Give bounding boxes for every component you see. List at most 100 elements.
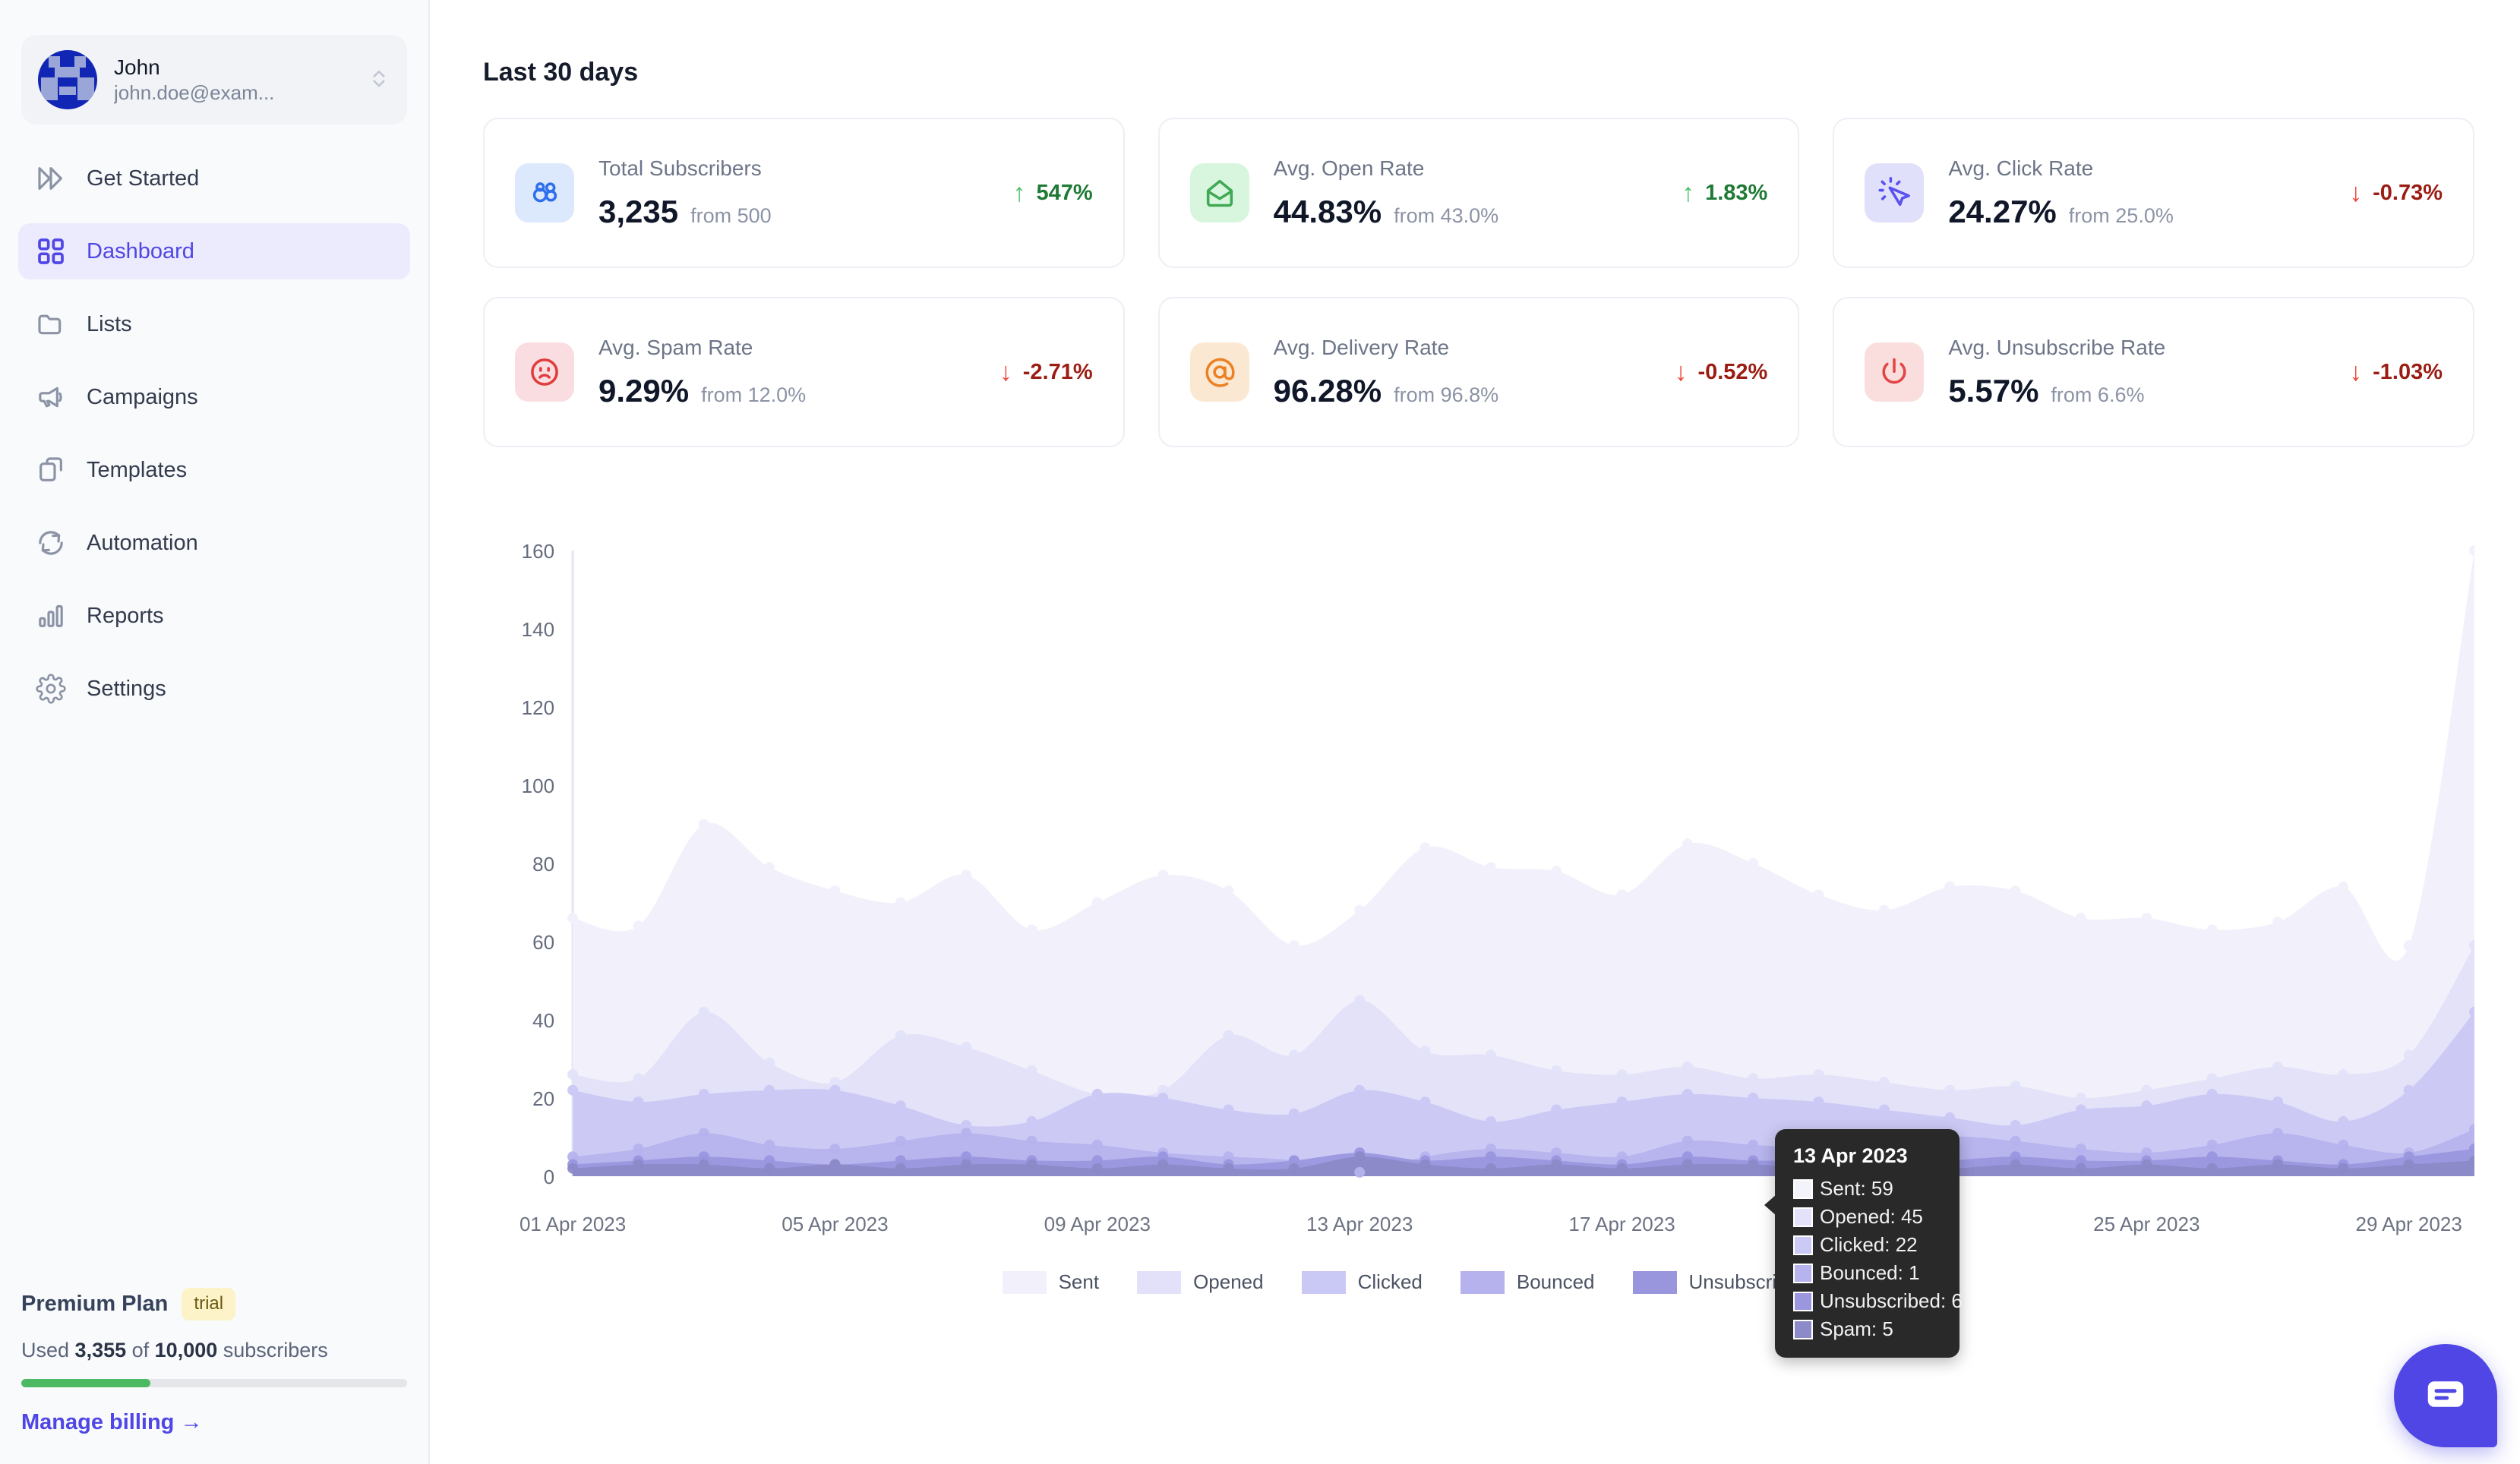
user-name: John — [114, 55, 160, 79]
chevron-up-down-icon[interactable] — [368, 61, 390, 99]
tooltip-row-label: Sent: 59 — [1820, 1177, 1893, 1200]
sidebar-item-dashboard[interactable]: Dashboard — [18, 223, 410, 279]
stat-card-body: Avg. Delivery Rate 96.28% from 96.8% — [1274, 335, 1658, 409]
sidebar-item-automation[interactable]: Automation — [18, 515, 410, 571]
sidebar-item-reports[interactable]: Reports — [18, 588, 410, 644]
svg-text:01 Apr 2023: 01 Apr 2023 — [519, 1213, 626, 1235]
legend-swatch — [1632, 1270, 1677, 1294]
tooltip-row: Sent: 59 — [1793, 1177, 1941, 1201]
users-icon — [515, 163, 574, 222]
tooltip-date: 13 Apr 2023 — [1793, 1144, 1908, 1167]
tooltip-row: Clicked: 22 — [1793, 1233, 1941, 1257]
activity-chart: 0 20 40 60 80 100 120 140 160 01 Apr 2023 05 Apr 2… — [483, 537, 2474, 1319]
copy-icon — [35, 454, 67, 486]
folder-icon — [35, 308, 67, 340]
chat-bubble-icon — [2422, 1371, 2469, 1421]
usage-used: 3,355 — [74, 1339, 127, 1361]
stat-card-avg-open-rate: Avg. Open Rate 44.83% from 43.0% ↑ 1.83% — [1157, 118, 1800, 268]
sidebar-item-lists[interactable]: Lists — [18, 296, 410, 352]
plan-trial-badge: trial — [182, 1288, 236, 1320]
stat-card-delta: ↓ -0.73% — [2349, 180, 2443, 206]
sidebar-item-settings[interactable]: Settings — [18, 661, 410, 717]
arrow-down-icon: ↓ — [2349, 178, 2363, 207]
svg-text:60: 60 — [532, 931, 554, 954]
legend-label: Clicked — [1357, 1270, 1423, 1293]
stat-card-values: 9.29% from 12.0% — [598, 373, 983, 409]
user-email: john.doe@exam... — [114, 80, 275, 104]
arrow-down-icon: ↓ — [2349, 358, 2363, 387]
legend-item-clicked[interactable]: Clicked — [1301, 1270, 1423, 1294]
sidebar-item-label: Get Started — [87, 166, 200, 191]
stat-card-label: Avg. Unsubscribe Rate — [1948, 336, 2166, 360]
sidebar-nav: Get Started Dashboard Lists Campaigns Templa… — [0, 150, 428, 734]
stat-card-label: Total Subscribers — [598, 156, 762, 181]
refresh-icon — [35, 527, 67, 559]
sidebar-item-label: Campaigns — [87, 384, 198, 409]
arrow-down-icon: ↓ — [1674, 358, 1688, 387]
power-icon — [1865, 342, 1925, 402]
stat-card-value: 96.28% — [1273, 372, 1382, 409]
chart-canvas[interactable]: 0 20 40 60 80 100 120 140 160 01 Apr 2023 05 Apr 2… — [483, 537, 2474, 1266]
legend-label: Sent — [1058, 1270, 1100, 1293]
stat-card-avg-unsubscribe-rate: Avg. Unsubscribe Rate 5.57% from 6.6% ↓ -1.0… — [1833, 297, 2474, 447]
stat-card-value: 3,235 — [598, 193, 679, 229]
legend-item-opened[interactable]: Opened — [1137, 1270, 1264, 1294]
sidebar-item-campaigns[interactable]: Campaigns — [18, 369, 410, 425]
stat-card-previous: from 12.0% — [701, 383, 807, 406]
page-title: Last 30 days — [483, 58, 639, 87]
stat-card-delta-value: -1.03% — [2373, 359, 2443, 384]
legend-item-sent[interactable]: Sent — [1002, 1270, 1100, 1294]
stat-card-delta: ↓ -1.03% — [2349, 359, 2443, 385]
stat-card-previous: from 6.6% — [2051, 383, 2145, 406]
stat-card-body: Total Subscribers 3,235 from 500 — [598, 156, 996, 230]
sidebar-item-label: Templates — [87, 457, 188, 482]
svg-text:29 Apr 2023: 29 Apr 2023 — [2356, 1213, 2462, 1235]
stat-card-body: Avg. Unsubscribe Rate 5.57% from 6.6% — [1948, 335, 2332, 409]
svg-text:0: 0 — [544, 1166, 554, 1188]
stat-card-delta-value: 1.83% — [1705, 180, 1768, 205]
bar-chart-icon — [35, 600, 67, 632]
sidebar-item-label: Reports — [87, 603, 164, 628]
svg-text:13 Apr 2023: 13 Apr 2023 — [1306, 1213, 1413, 1235]
arrow-up-icon: ↑ — [1012, 178, 1026, 207]
sidebar-item-get-started[interactable]: Get Started — [18, 150, 410, 207]
stat-card-value: 5.57% — [1948, 372, 2039, 409]
stat-card-values: 44.83% from 43.0% — [1274, 194, 1665, 230]
stat-card-delta: ↑ 1.83% — [1682, 180, 1767, 206]
plan-summary: Premium Plan trial Used 3,355 of 10,000 … — [0, 1288, 428, 1464]
stat-card-label: Avg. Delivery Rate — [1273, 336, 1450, 360]
sidebar-item-templates[interactable]: Templates — [18, 442, 410, 498]
chat-widget-button[interactable] — [2394, 1344, 2497, 1447]
stat-card-values: 5.57% from 6.6% — [1948, 373, 2332, 409]
fast-forward-icon — [35, 162, 67, 194]
stat-card-total-subscribers: Total Subscribers 3,235 from 500 ↑ 547% — [483, 118, 1125, 268]
stat-card-delta: ↑ 547% — [1012, 180, 1092, 206]
legend-swatch — [1137, 1270, 1182, 1294]
user-text: John john.doe@exam... — [114, 54, 368, 106]
svg-text:80: 80 — [532, 853, 554, 876]
legend-label: Bounced — [1516, 1270, 1595, 1293]
sidebar-item-label: Automation — [87, 530, 198, 555]
usage-mid: of — [126, 1339, 155, 1361]
stat-card-body: Avg. Spam Rate 9.29% from 12.0% — [598, 335, 983, 409]
tooltip-swatch — [1793, 1235, 1813, 1255]
cursor-click-icon — [1865, 163, 1925, 222]
tooltip-swatch — [1793, 1207, 1813, 1227]
sidebar: John john.doe@exam... Get Started Dashboa… — [0, 0, 430, 1464]
sidebar-item-label: Lists — [87, 311, 132, 336]
megaphone-icon — [35, 381, 67, 413]
manage-billing-link[interactable]: Manage billing → — [21, 1410, 202, 1435]
legend-swatch — [1460, 1270, 1505, 1294]
plan-row: Premium Plan trial — [21, 1288, 407, 1320]
plan-name: Premium Plan — [21, 1292, 169, 1316]
at-sign-icon — [1189, 342, 1249, 402]
user-profile-card[interactable]: John john.doe@exam... — [21, 35, 407, 125]
stat-card-previous: from 96.8% — [1394, 383, 1499, 406]
stat-card-delta: ↓ -2.71% — [999, 359, 1093, 385]
usage-total: 10,000 — [154, 1339, 218, 1361]
tooltip-swatch — [1793, 1291, 1813, 1311]
stat-card-value: 24.27% — [1948, 193, 2057, 229]
tooltip-row-label: Spam: 5 — [1820, 1317, 1893, 1340]
legend-item-bounced[interactable]: Bounced — [1460, 1270, 1595, 1294]
svg-text:160: 160 — [522, 540, 554, 563]
